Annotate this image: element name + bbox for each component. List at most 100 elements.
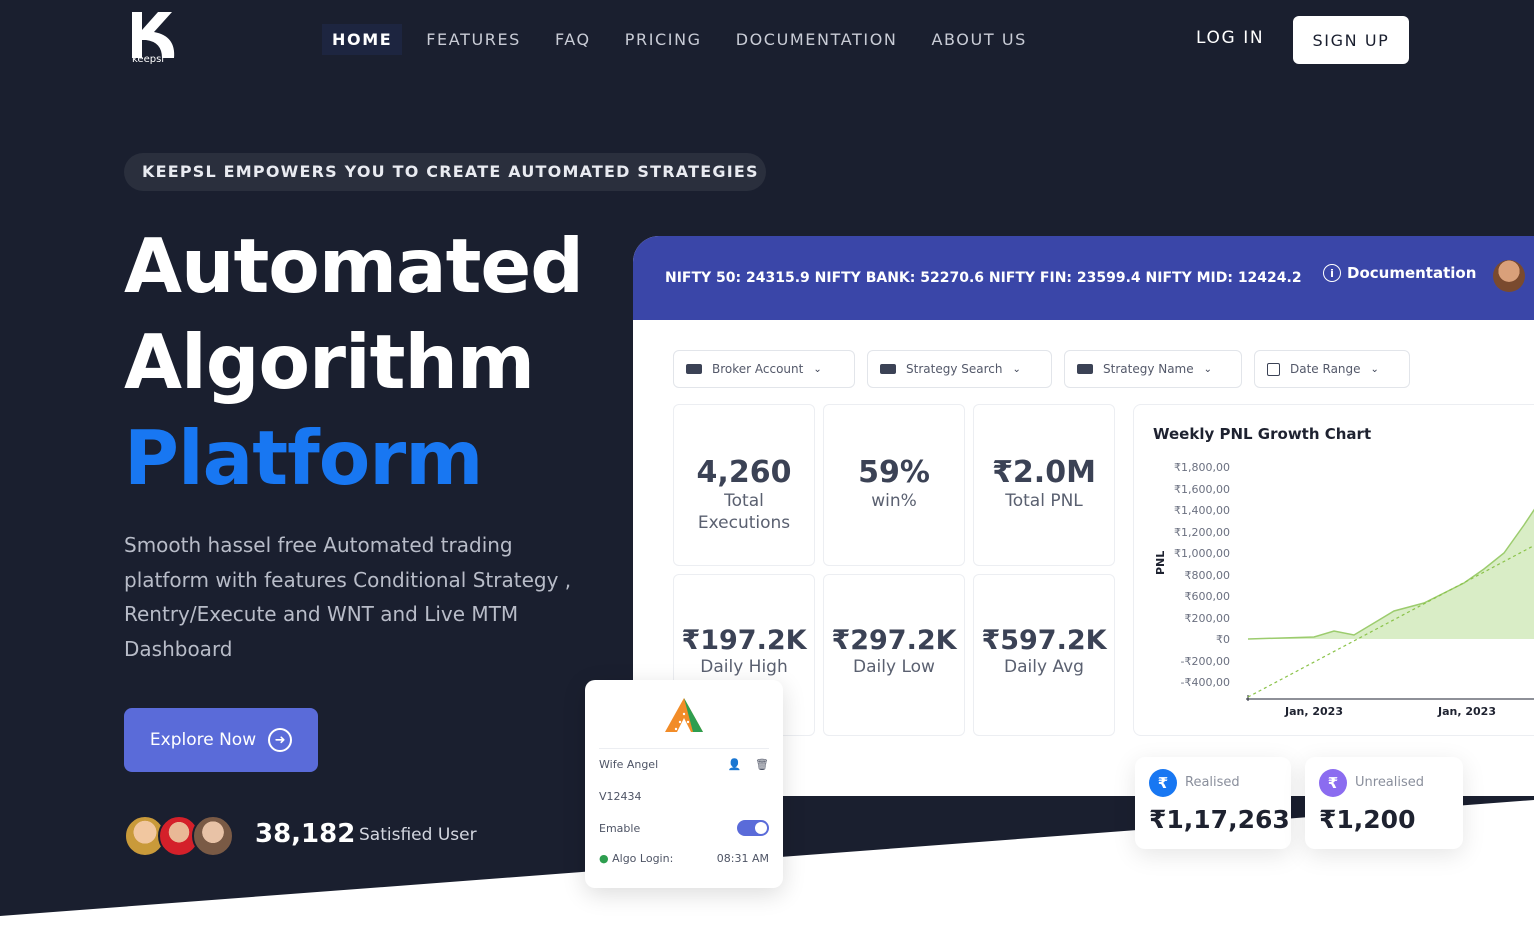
user-count: 38,182 <box>255 819 356 849</box>
stat-label: Daily Avg <box>1004 657 1084 677</box>
hero-tagline-pill: KEEPSL EMPOWERS YOU TO CREATE AUTOMATED … <box>124 153 766 191</box>
stat-card-win-rate: 59% win% <box>823 404 965 566</box>
chevron-down-icon: ⌄ <box>1370 363 1379 375</box>
pnl-chart-plot: PNL ₹1,800,00 ₹1,600,00 ₹1,400,00 ₹1,200… <box>1154 461 1534 718</box>
video-icon <box>880 364 896 374</box>
y-tick: ₹800,00 <box>1185 569 1231 582</box>
hero-title-line-3: Platform <box>124 414 483 502</box>
hero-title: Automated Algorithm Platform <box>124 218 584 506</box>
info-icon: i <box>1323 264 1341 282</box>
video-icon <box>686 364 702 374</box>
trash-icon[interactable]: 🗑 <box>755 758 769 771</box>
stat-label: Total PNL <box>1005 491 1083 511</box>
stat-value: ₹2.0M <box>992 455 1096 490</box>
y-tick: -₹400,00 <box>1181 676 1230 689</box>
login-link[interactable]: LOG IN <box>1196 28 1264 48</box>
nav-pricing[interactable]: PRICING <box>615 24 712 55</box>
stat-value: ₹197.2K <box>681 625 807 656</box>
hero-title-line-2: Algorithm <box>124 318 535 406</box>
rupee-icon: ₹ <box>1319 769 1347 797</box>
check-circle-icon: ● <box>599 852 609 865</box>
enable-toggle[interactable] <box>737 820 769 836</box>
account-name: Wife Angel <box>599 758 659 771</box>
filter-label: Strategy Search <box>906 362 1003 376</box>
filter-label: Strategy Name <box>1103 362 1194 376</box>
unrealised-pnl-card: ₹ Unrealised ₹1,200 <box>1305 757 1463 849</box>
user-count-label: Satisfied User <box>359 825 477 845</box>
user-edit-icon[interactable]: 👤 <box>728 758 742 771</box>
stat-value: ₹297.2K <box>831 625 957 656</box>
y-tick: -₹200,00 <box>1181 655 1230 668</box>
algo-login-time: 08:31 AM <box>716 852 769 865</box>
chart-ylabel: PNL <box>1154 551 1167 575</box>
rupee-icon: ₹ <box>1149 769 1177 797</box>
broker-account-card: Wife Angel 👤 🗑 V12434 Emable ● Algo Logi… <box>585 680 783 888</box>
x-tick: Jan, 2023 <box>1437 705 1496 718</box>
hero-subtitle: Smooth hassel free Automated trading pla… <box>124 533 572 661</box>
y-tick: ₹1,800,00 <box>1174 461 1230 474</box>
realised-label: Realised <box>1185 775 1240 790</box>
algo-login-row: ● Algo Login: 08:31 AM <box>599 852 769 865</box>
chevron-down-icon: ⌄ <box>1012 363 1021 375</box>
user-avatars <box>124 815 234 857</box>
broker-account-filter[interactable]: Broker Account ⌄ <box>673 350 855 388</box>
algo-login-label: Algo Login: <box>612 852 674 865</box>
stat-value: 4,260 <box>696 455 792 490</box>
video-icon <box>1077 364 1093 374</box>
nav-features[interactable]: FEATURES <box>416 24 531 55</box>
hero-title-line-1: Automated <box>124 222 584 310</box>
chart-x-ticks: Jan, 2023 Jan, 2023 <box>1284 705 1496 718</box>
unrealised-value: ₹1,200 <box>1319 805 1416 834</box>
weekly-pnl-chart: Weekly PNL Growth Chart PNL ₹1,800,00 ₹1… <box>1133 404 1534 736</box>
documentation-label: Documentation <box>1347 264 1477 282</box>
nav-about-us[interactable]: ABOUT US <box>921 24 1036 55</box>
calendar-icon <box>1267 362 1280 376</box>
arrow-right-circle-icon: ➜ <box>268 728 293 752</box>
filter-label: Date Range <box>1290 362 1361 376</box>
pnl-area <box>1248 510 1534 639</box>
divider <box>599 748 769 749</box>
y-tick: ₹0 <box>1216 633 1230 646</box>
chevron-down-icon: ⌄ <box>813 363 822 375</box>
account-id-row: V12434 <box>599 790 769 803</box>
y-tick: ₹200,00 <box>1185 612 1231 625</box>
stat-label: win% <box>871 491 917 511</box>
avatar <box>192 815 234 857</box>
nav-faq[interactable]: FAQ <box>545 24 601 55</box>
date-range-filter[interactable]: Date Range ⌄ <box>1254 350 1410 388</box>
account-name-row: Wife Angel 👤 🗑 <box>599 758 769 771</box>
ticker-bar: NIFTY 50: 24315.9 NIFTY BANK: 52270.6 NI… <box>633 236 1534 320</box>
stat-value: ₹597.2K <box>981 625 1107 656</box>
realised-value: ₹1,17,263 <box>1149 805 1290 834</box>
signup-button[interactable]: SIGN UP <box>1293 16 1409 64</box>
nav-documentation[interactable]: DOCUMENTATION <box>726 24 908 55</box>
y-tick: ₹1,600,00 <box>1174 483 1230 496</box>
unrealised-label: Unrealised <box>1355 775 1425 790</box>
nav-home[interactable]: HOME <box>322 24 403 55</box>
y-tick: ₹1,000,00 <box>1174 547 1230 560</box>
x-tick: Jan, 2023 <box>1284 705 1343 718</box>
main-nav: HOME FEATURES FAQ PRICING DOCUMENTATION … <box>322 24 1051 55</box>
stat-label: Daily Low <box>853 657 935 677</box>
explore-now-button[interactable]: Explore Now ➜ <box>124 708 318 772</box>
enable-label: Emable <box>599 821 641 835</box>
logo-text: keepsl <box>132 54 165 65</box>
avatar[interactable] <box>1493 260 1525 292</box>
stat-label: Daily High <box>700 657 788 677</box>
stat-value: 59% <box>858 455 930 490</box>
stat-card-daily-low: ₹297.2K Daily Low <box>823 574 965 736</box>
explore-now-label: Explore Now <box>149 730 257 750</box>
stat-card-daily-avg: ₹597.2K Daily Avg <box>973 574 1115 736</box>
chevron-down-icon: ⌄ <box>1203 363 1213 375</box>
angel-broker-logo <box>665 698 703 732</box>
algo-login: ● Algo Login: <box>599 852 673 865</box>
filter-label: Broker Account <box>712 362 804 376</box>
market-ticker: NIFTY 50: 24315.9 NIFTY BANK: 52270.6 NI… <box>665 270 1302 286</box>
strategy-name-filter[interactable]: Strategy Name ⌄ <box>1064 350 1242 388</box>
strategy-search-filter[interactable]: Strategy Search ⌄ <box>867 350 1052 388</box>
y-tick: ₹600,00 <box>1185 590 1231 603</box>
stat-label: Total Executions <box>697 491 791 533</box>
account-actions: 👤 🗑 <box>728 758 769 771</box>
documentation-link[interactable]: i Documentation <box>1323 264 1476 282</box>
y-tick: ₹1,400,00 <box>1174 504 1230 517</box>
